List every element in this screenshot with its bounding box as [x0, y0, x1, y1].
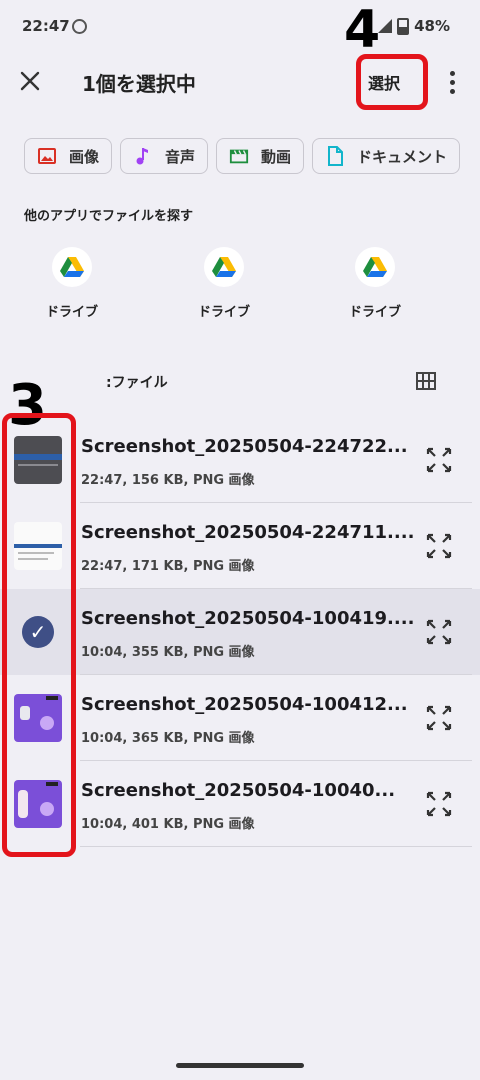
annotation-step-4: 4	[344, 0, 381, 60]
file-name: Screenshot_20250504-224711....	[81, 522, 415, 543]
preview-button[interactable]	[424, 703, 454, 733]
signal-icon	[378, 19, 393, 33]
status-time: 22:47	[22, 17, 70, 35]
file-name: Screenshot_20250504-100419....	[81, 608, 415, 629]
file-meta: 10:04, 355 KB, PNG 画像	[81, 645, 255, 660]
file-row[interactable]: Screenshot_20250504-100412... 10:04, 365…	[0, 675, 480, 761]
grid-view-button[interactable]	[416, 372, 436, 390]
expand-icon	[426, 533, 452, 559]
video-icon	[229, 146, 249, 166]
files-section-header: :ファイル	[106, 375, 168, 391]
other-apps: ドライブ ドライブ ドライブ	[0, 240, 480, 330]
expand-icon	[426, 705, 452, 731]
chip-audio[interactable]: 音声	[120, 138, 209, 174]
app-label: ドライブ	[45, 305, 98, 320]
status-right: 48%	[378, 17, 450, 35]
check-icon: ✓	[22, 616, 54, 648]
image-icon	[37, 146, 57, 166]
file-name: Screenshot_20250504-224722...	[81, 436, 408, 457]
drive-icon	[52, 247, 92, 287]
more-dot-icon	[449, 70, 455, 76]
chip-label: 音声	[165, 147, 196, 166]
gesture-nav-bar[interactable]	[176, 1063, 304, 1068]
chip-images[interactable]: 画像	[24, 138, 113, 174]
file-row[interactable]: Screenshot_20250504-224722... 22:47, 156…	[0, 417, 480, 503]
app-drive[interactable]: ドライブ	[174, 240, 274, 320]
file-row[interactable]: Screenshot_20250504-10040... 10:04, 401 …	[0, 761, 480, 847]
file-row[interactable]: Screenshot_20250504-224711.... 22:47, 17…	[0, 503, 480, 589]
preview-button[interactable]	[424, 445, 454, 475]
more-options-button[interactable]	[444, 68, 460, 96]
file-row-selected[interactable]: ✓ Screenshot_20250504-100419.... 10:04, …	[0, 589, 480, 675]
file-meta: 10:04, 401 KB, PNG 画像	[81, 817, 255, 832]
other-apps-label: 他のアプリでファイルを探す	[24, 209, 194, 224]
hotspot-icon	[72, 19, 87, 34]
document-icon	[325, 146, 345, 166]
chip-video[interactable]: 動画	[216, 138, 305, 174]
file-name: Screenshot_20250504-100412...	[81, 694, 408, 715]
battery-percent: 48%	[414, 17, 450, 35]
chip-label: ドキュメント	[357, 147, 448, 166]
file-thumbnail	[14, 436, 62, 484]
more-dot-icon	[449, 79, 455, 85]
close-icon	[20, 71, 40, 91]
preview-button[interactable]	[424, 789, 454, 819]
status-bar: 22:47 48%	[0, 0, 480, 52]
preview-button[interactable]	[424, 531, 454, 561]
close-button[interactable]	[16, 67, 44, 95]
file-thumbnail	[14, 780, 62, 828]
chip-label: 画像	[69, 147, 100, 166]
app-label: ドライブ	[197, 305, 250, 320]
drive-icon	[204, 247, 244, 287]
drive-icon	[355, 247, 395, 287]
app-label: ドライブ	[348, 305, 401, 320]
expand-icon	[426, 791, 452, 817]
file-meta: 10:04, 365 KB, PNG 画像	[81, 731, 255, 746]
app-drive[interactable]: ドライブ	[22, 240, 122, 320]
preview-button[interactable]	[424, 617, 454, 647]
filter-chips: 画像 音声 動画 ドキュメント	[24, 138, 480, 176]
file-thumbnail	[14, 522, 62, 570]
music-icon	[133, 146, 153, 166]
chip-label: 動画	[261, 147, 292, 166]
more-dot-icon	[449, 88, 455, 94]
battery-icon	[397, 17, 410, 35]
divider	[80, 846, 472, 847]
app-drive[interactable]: ドライブ	[325, 240, 425, 320]
expand-icon	[426, 447, 452, 473]
file-meta: 22:47, 171 KB, PNG 画像	[81, 559, 255, 574]
chip-documents[interactable]: ドキュメント	[312, 138, 461, 174]
expand-icon	[426, 619, 452, 645]
page-title: 1個を選択中	[82, 72, 196, 96]
grid-view-icon	[416, 372, 436, 390]
highlight-box-select	[356, 54, 428, 110]
file-thumbnail	[14, 694, 62, 742]
file-name: Screenshot_20250504-10040...	[81, 780, 396, 801]
file-meta: 22:47, 156 KB, PNG 画像	[81, 473, 255, 488]
file-list: Screenshot_20250504-224722... 22:47, 156…	[0, 417, 480, 847]
